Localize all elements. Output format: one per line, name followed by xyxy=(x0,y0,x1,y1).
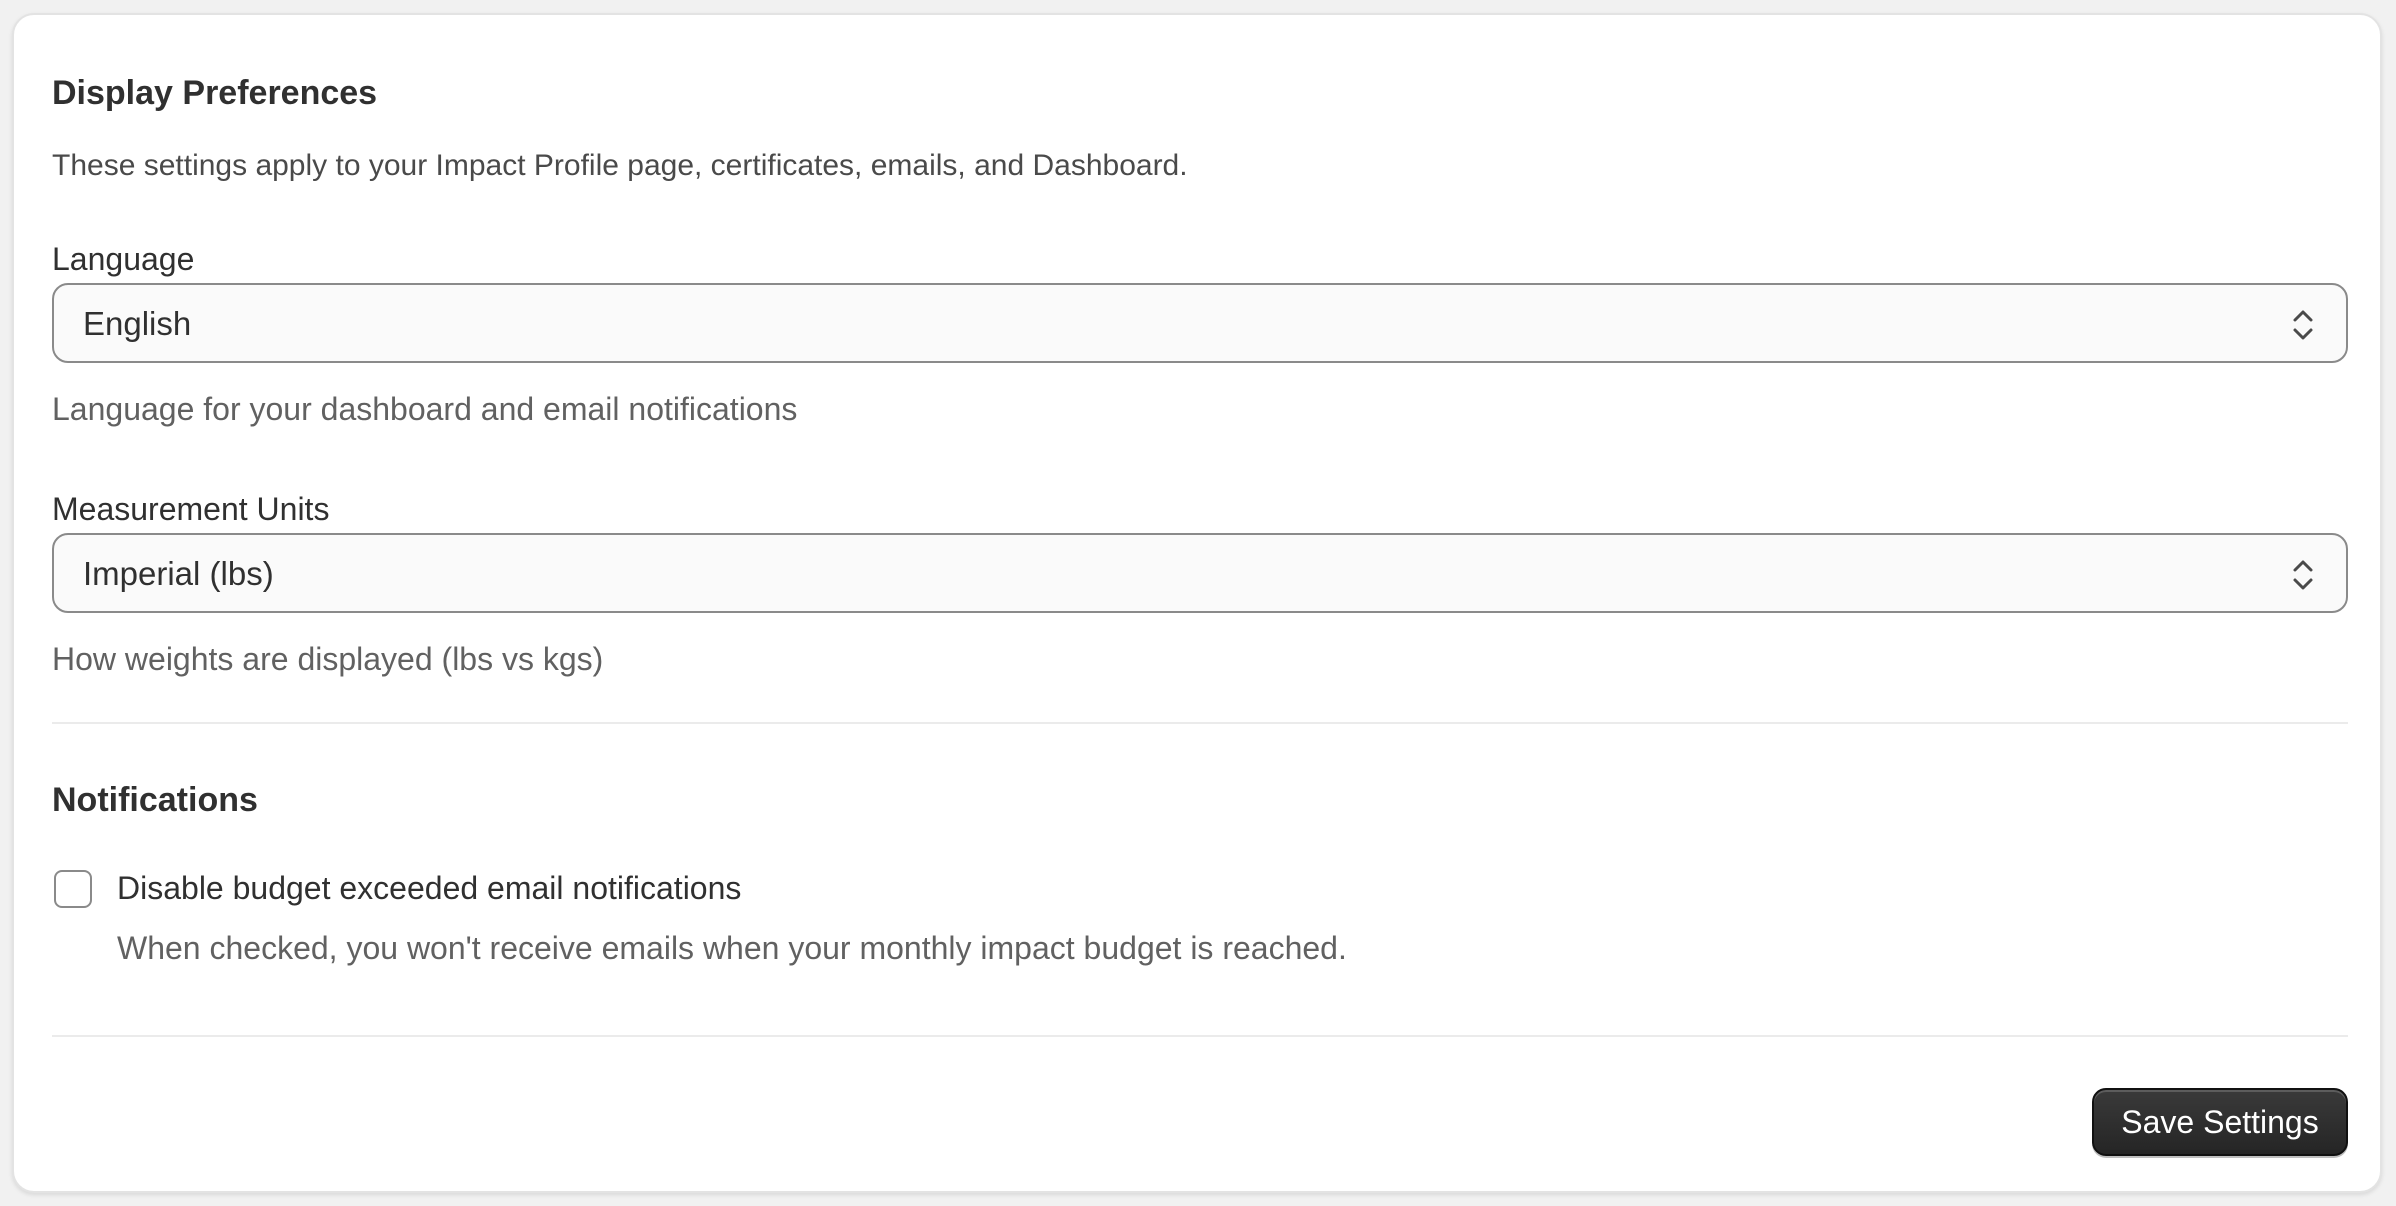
measurement-units-help-text: How weights are displayed (lbs vs kgs) xyxy=(52,641,604,677)
display-preferences-description: These settings apply to your Impact Prof… xyxy=(52,149,1188,182)
settings-card: Display Preferences These settings apply… xyxy=(12,13,2382,1193)
save-settings-button[interactable]: Save Settings xyxy=(2092,1088,2348,1156)
language-label: Language xyxy=(52,241,195,277)
budget-notifications-checkbox[interactable] xyxy=(54,870,92,908)
notifications-title: Notifications xyxy=(52,781,258,819)
chevron-up-down-icon xyxy=(2293,560,2313,590)
budget-notifications-help-text: When checked, you won't receive emails w… xyxy=(117,930,1347,966)
measurement-units-select-value: Imperial (lbs) xyxy=(83,555,274,592)
language-help-text: Language for your dashboard and email no… xyxy=(52,391,798,427)
measurement-units-select[interactable]: Imperial (lbs) xyxy=(52,533,2348,613)
budget-notifications-label[interactable]: Disable budget exceeded email notificati… xyxy=(117,869,741,907)
footer-divider xyxy=(52,1035,2348,1037)
language-select[interactable]: English xyxy=(52,283,2348,363)
language-select-value: English xyxy=(83,305,192,342)
chevron-up-down-icon xyxy=(2293,310,2313,340)
measurement-units-label: Measurement Units xyxy=(52,491,330,527)
display-preferences-title: Display Preferences xyxy=(52,74,378,112)
section-divider xyxy=(52,722,2348,724)
